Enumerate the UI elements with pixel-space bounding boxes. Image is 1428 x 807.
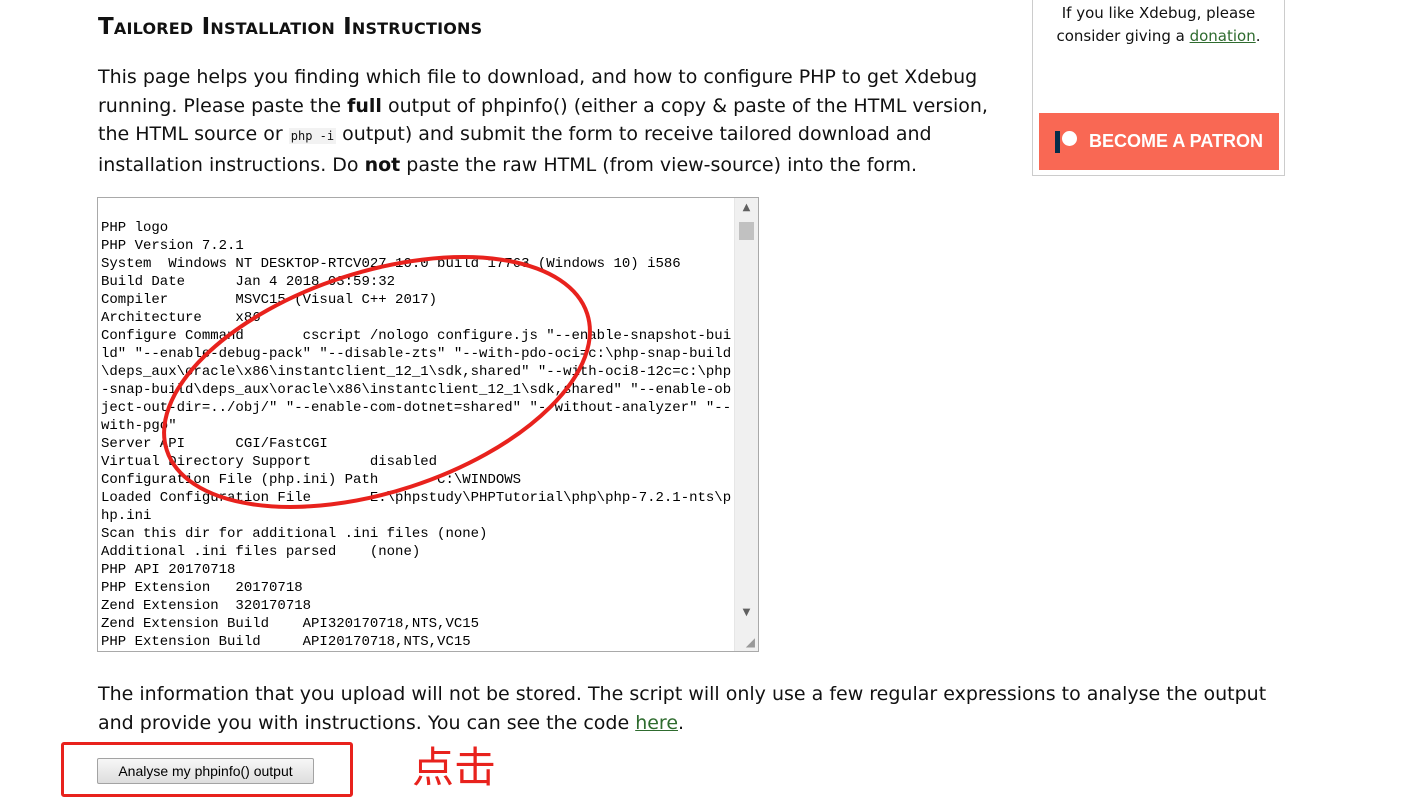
analyse-button[interactable]: Analyse my phpinfo() output xyxy=(97,758,314,784)
become-patron-button[interactable]: BECOME A PATRON xyxy=(1039,113,1279,170)
info-end: . xyxy=(678,711,685,734)
click-annotation-text: 点击 xyxy=(412,743,497,792)
patreon-icon xyxy=(1055,130,1077,153)
code-link[interactable]: here xyxy=(635,712,678,734)
phpinfo-textarea-container: PHP logo PHP Version 7.2.1 System Window… xyxy=(97,197,759,652)
scroll-down-icon[interactable]: ▼ xyxy=(735,603,758,623)
intro-bold-not: not xyxy=(364,153,401,176)
page-title: Tailored Installation Instructions xyxy=(98,14,483,40)
donation-link[interactable]: donation xyxy=(1190,27,1256,45)
donation-box: If you like Xdebug, please consider givi… xyxy=(1032,0,1285,176)
intro-bold-full: full xyxy=(347,94,382,117)
scroll-thumb[interactable] xyxy=(739,222,754,240)
phpinfo-textarea[interactable]: PHP logo PHP Version 7.2.1 System Window… xyxy=(98,198,734,651)
resize-grip-icon[interactable]: ◢ xyxy=(746,636,755,648)
intro-paragraph: This page helps you finding which file t… xyxy=(98,63,998,179)
intro-text: paste the raw HTML (from view-source) in… xyxy=(400,153,918,176)
donation-end: . xyxy=(1255,27,1261,45)
info-paragraph: The information that you upload will not… xyxy=(98,680,1298,737)
textarea-scrollbar[interactable]: ▲ ▼ xyxy=(734,198,758,651)
patron-label: BECOME A PATRON xyxy=(1089,131,1263,151)
scroll-up-icon[interactable]: ▲ xyxy=(735,198,758,218)
intro-code: php -i xyxy=(288,128,337,144)
donation-text: If you like Xdebug, please consider givi… xyxy=(1033,2,1284,48)
